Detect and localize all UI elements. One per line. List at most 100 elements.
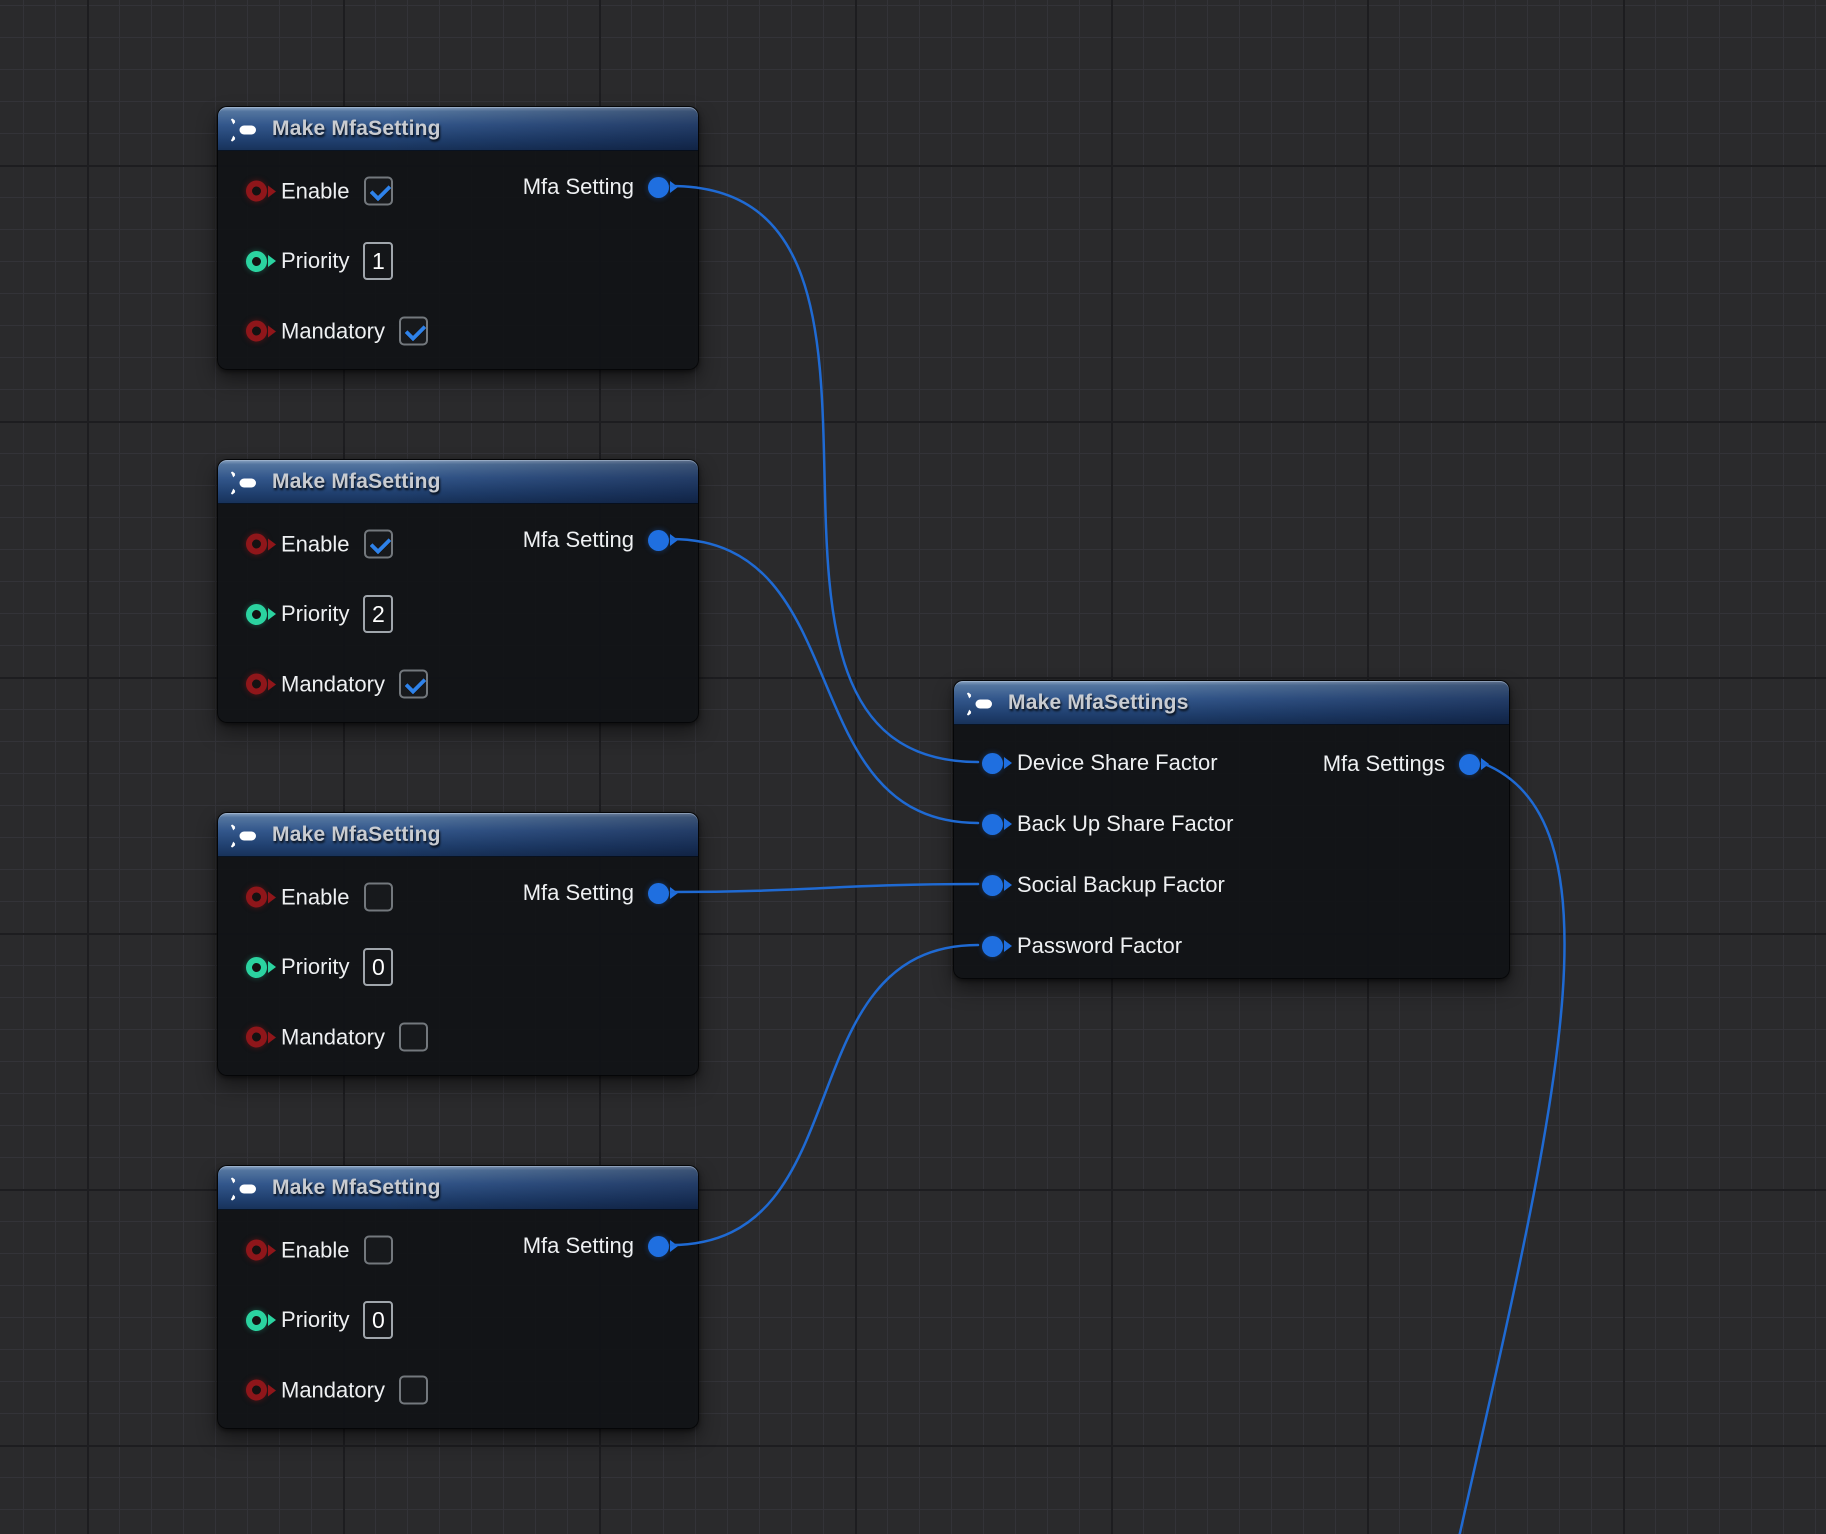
bool-pin-input[interactable] xyxy=(246,321,267,342)
number-input[interactable]: 0 xyxy=(363,948,393,986)
input-pin-row: Priority0 xyxy=(246,1301,393,1339)
int-pin-input[interactable] xyxy=(246,1310,267,1331)
pin-label: Mandatory xyxy=(281,1377,385,1403)
pin-label: Device Share Factor xyxy=(1017,750,1218,776)
node-header[interactable]: Make MfaSettings xyxy=(954,681,1509,725)
blueprint-wire[interactable] xyxy=(671,945,978,1245)
number-value: 2 xyxy=(372,601,385,628)
checkbox[interactable] xyxy=(399,670,428,699)
input-pin-row: Back Up Share Factor xyxy=(982,811,1233,837)
number-input[interactable]: 2 xyxy=(363,595,393,633)
bool-pin-input[interactable] xyxy=(246,1027,267,1048)
pin-label: Priority xyxy=(281,954,349,980)
checkbox[interactable] xyxy=(399,1376,428,1405)
node-title: Make MfaSetting xyxy=(272,117,441,141)
struct-pin-output[interactable] xyxy=(648,177,669,198)
make-struct-icon xyxy=(230,471,260,495)
checkmark-icon xyxy=(369,180,391,202)
pin-label: Enable xyxy=(281,178,350,204)
bool-pin-input[interactable] xyxy=(246,887,267,908)
bool-pin-input[interactable] xyxy=(246,534,267,555)
checkbox[interactable] xyxy=(399,1023,428,1052)
pin-label: Priority xyxy=(281,248,349,274)
blueprint-node-n1[interactable]: Make MfaSetting Enable Priority 1 Mandatory M… xyxy=(217,106,699,370)
input-pin-row: Device Share Factor xyxy=(982,750,1218,776)
input-pin-row: Priority 0 xyxy=(246,948,393,986)
node-title: Make MfaSetting xyxy=(272,1176,441,1200)
make-struct-icon xyxy=(966,692,996,716)
checkbox[interactable] xyxy=(399,317,428,346)
input-pin-row: Password Factor xyxy=(982,933,1182,959)
blueprint-node-n4[interactable]: Make MfaSetting Enable Priority0 Mandatory M… xyxy=(217,1165,699,1429)
input-pin-row: Enable xyxy=(246,883,393,912)
blueprint-wire[interactable] xyxy=(671,884,978,892)
int-pin-input[interactable] xyxy=(246,604,267,625)
input-pin-row: Mandatory xyxy=(246,317,428,346)
pin-label: Mfa Setting xyxy=(523,1233,634,1259)
checkbox[interactable] xyxy=(364,1236,393,1265)
pin-label: Mfa Settings xyxy=(1323,751,1445,777)
blueprint-wire[interactable] xyxy=(671,539,978,823)
make-struct-icon xyxy=(230,1177,260,1201)
pin-label: Mandatory xyxy=(281,318,385,344)
output-pin-row: Mfa Setting xyxy=(523,174,669,200)
struct-pin-output[interactable] xyxy=(648,530,669,551)
number-value: 1 xyxy=(372,248,385,275)
pin-label: Mfa Setting xyxy=(523,880,634,906)
int-pin-input[interactable] xyxy=(246,957,267,978)
output-pin-row: Mfa Settings xyxy=(1323,751,1480,777)
node-header[interactable]: Make MfaSetting xyxy=(218,460,698,504)
node-header[interactable]: Make MfaSetting xyxy=(218,107,698,151)
pin-label: Priority xyxy=(281,601,349,627)
make-struct-icon xyxy=(230,118,260,142)
input-pin-row: Enable xyxy=(246,1236,393,1265)
struct-pin-input[interactable] xyxy=(982,753,1003,774)
pin-label: Enable xyxy=(281,531,350,557)
pin-label: Mandatory xyxy=(281,1024,385,1050)
pin-label: Mandatory xyxy=(281,671,385,697)
input-pin-row: Mandatory xyxy=(246,1376,428,1405)
checkbox[interactable] xyxy=(364,530,393,559)
blueprint-canvas[interactable]: Make MfaSettingEnablePriority1MandatoryM… xyxy=(0,0,1826,1534)
input-pin-row: Enable xyxy=(246,530,393,559)
struct-pin-input[interactable] xyxy=(982,875,1003,896)
number-input[interactable]: 0 xyxy=(363,1301,393,1339)
bool-pin-input[interactable] xyxy=(246,1240,267,1261)
checkbox[interactable] xyxy=(364,177,393,206)
pin-label: Mfa Setting xyxy=(523,174,634,200)
number-input[interactable]: 1 xyxy=(363,242,393,280)
pin-label: Social Backup Factor xyxy=(1017,872,1225,898)
blueprint-node-n2[interactable]: Make MfaSetting Enable Priority 2 Mandatory M… xyxy=(217,459,699,723)
checkbox[interactable] xyxy=(364,883,393,912)
pin-label: Enable xyxy=(281,1237,350,1263)
blueprint-wire[interactable] xyxy=(671,186,978,762)
output-pin-row: Mfa Setting xyxy=(523,527,669,553)
int-pin-input[interactable] xyxy=(246,251,267,272)
bool-pin-input[interactable] xyxy=(246,181,267,202)
struct-pin-output[interactable] xyxy=(648,1236,669,1257)
node-title: Make MfaSetting xyxy=(272,470,441,494)
checkmark-icon xyxy=(404,320,426,342)
input-pin-row: Enable xyxy=(246,177,393,206)
checkmark-icon xyxy=(369,533,391,555)
make-struct-icon xyxy=(230,824,260,848)
pin-label: Enable xyxy=(281,884,350,910)
blueprint-node-n3[interactable]: Make MfaSetting Enable Priority 0 Mandatory M… xyxy=(217,812,699,1076)
input-pin-row: Mandatory xyxy=(246,1023,428,1052)
number-value: 0 xyxy=(372,1307,385,1334)
bool-pin-input[interactable] xyxy=(246,1380,267,1401)
struct-pin-input[interactable] xyxy=(982,814,1003,835)
node-header[interactable]: Make MfaSetting xyxy=(218,1166,698,1210)
checkmark-icon xyxy=(404,673,426,695)
bool-pin-input[interactable] xyxy=(246,674,267,695)
pin-label: Mfa Setting xyxy=(523,527,634,553)
blueprint-node-n5[interactable]: Make MfaSettings Device Share Factor Back … xyxy=(953,680,1510,979)
output-pin-row: Mfa Setting xyxy=(523,880,669,906)
struct-pin-output[interactable] xyxy=(648,883,669,904)
node-title: Make MfaSetting xyxy=(272,823,441,847)
struct-pin-output[interactable] xyxy=(1459,754,1480,775)
input-pin-row: Mandatory xyxy=(246,670,428,699)
struct-pin-input[interactable] xyxy=(982,936,1003,957)
node-header[interactable]: Make MfaSetting xyxy=(218,813,698,857)
input-pin-row: Priority 1 xyxy=(246,242,393,280)
